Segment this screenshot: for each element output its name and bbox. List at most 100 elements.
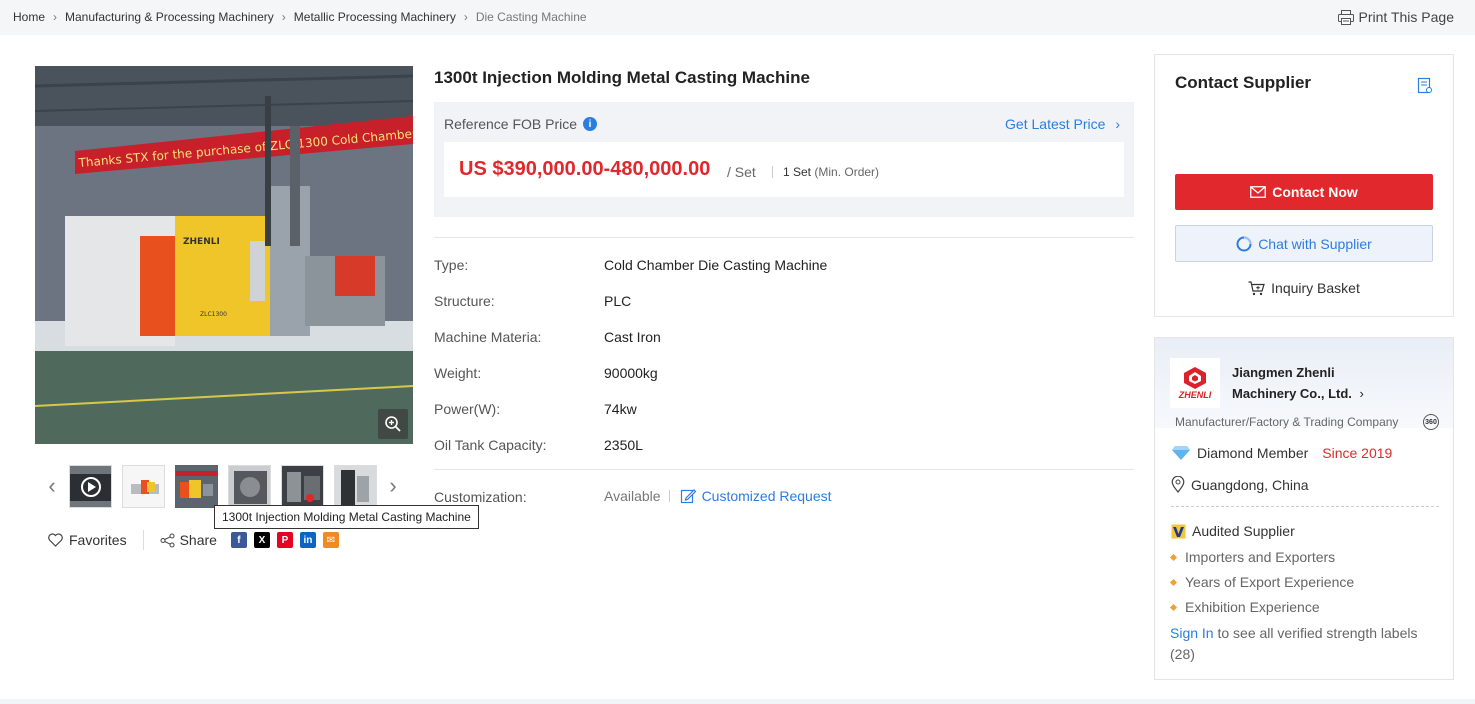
zoom-button[interactable] xyxy=(378,409,408,439)
pinterest-icon[interactable]: P xyxy=(276,532,293,548)
360-view-icon[interactable]: 360 xyxy=(1423,414,1439,430)
membership-row: Diamond Member Since 2019 xyxy=(1171,445,1392,461)
chat-label: Chat with Supplier xyxy=(1258,235,1372,252)
thumbnail-4[interactable] xyxy=(281,464,324,508)
x-twitter-icon[interactable]: X xyxy=(253,532,270,548)
divider xyxy=(772,166,773,178)
supplier-header: ZHENLI Jiangmen Zhenli Machinery Co., Lt… xyxy=(1155,338,1453,430)
thumb-prev-arrow-icon[interactable]: ‹ xyxy=(42,473,62,499)
favorites-label: Favorites xyxy=(69,532,127,548)
inquiry-basket-link[interactable]: Inquiry Basket xyxy=(1155,280,1453,296)
printer-icon xyxy=(1337,9,1354,25)
diamond-icon xyxy=(1172,446,1190,460)
footer-strip xyxy=(0,699,1475,704)
machine-brand: ZHENLI xyxy=(183,237,220,247)
contact-now-button[interactable]: Contact Now xyxy=(1175,174,1433,210)
breadcrumb-manufacturing[interactable]: Manufacturing & Processing Machinery xyxy=(65,10,274,24)
chevron-right-icon: › xyxy=(1115,116,1120,132)
thumbnail-video[interactable] xyxy=(69,464,112,508)
envelope-icon xyxy=(1250,186,1267,198)
audited-row: Audited Supplier xyxy=(1171,523,1295,539)
print-label: Print This Page xyxy=(1358,9,1454,25)
thumb-next-arrow-icon[interactable]: › xyxy=(383,473,403,499)
audited-label: Audited Supplier xyxy=(1192,523,1295,539)
strength-label: Years of Export Experience xyxy=(1169,574,1354,590)
price-box: Reference FOB Price i Get Latest Price ›… xyxy=(434,102,1134,217)
attr-label: Structure: xyxy=(434,293,495,309)
facebook-icon[interactable]: f xyxy=(230,532,247,548)
attr-value: Cold Chamber Die Casting Machine xyxy=(604,257,828,273)
zoom-in-icon xyxy=(385,416,401,432)
bullet-diamond-icon xyxy=(1169,553,1178,561)
top-bar: Home › Manufacturing & Processing Machin… xyxy=(0,0,1475,35)
zhenli-logo-icon xyxy=(1184,367,1206,389)
divider xyxy=(434,469,1134,470)
business-card-icon[interactable] xyxy=(1417,77,1433,95)
info-icon[interactable]: i xyxy=(583,117,598,131)
audited-badge-icon xyxy=(1171,524,1186,538)
contact-now-label: Contact Now xyxy=(1272,184,1358,200)
customized-request-link[interactable]: Customized Request xyxy=(702,488,832,504)
attr-value: 2350L xyxy=(604,437,643,453)
thumbnail-5[interactable] xyxy=(334,464,377,508)
chevron-right-icon: › xyxy=(53,10,58,24)
min-order-qty: 1 Set xyxy=(783,165,812,179)
product-actions: Favorites Share f X P in ✉ xyxy=(48,530,339,550)
location-pin-icon xyxy=(1171,476,1185,493)
supplier-name-link[interactable]: Jiangmen Zhenli Machinery Co., Ltd. › xyxy=(1232,362,1382,404)
print-button[interactable]: Print This Page xyxy=(1337,9,1454,25)
divider xyxy=(434,237,1134,238)
thumbnail-strip: ‹ › xyxy=(42,464,407,508)
linkedin-icon[interactable]: in xyxy=(299,532,316,548)
thumbnail-1[interactable] xyxy=(122,464,165,508)
bullet-diamond-icon xyxy=(1169,578,1178,586)
machine-model: ZLC1300 xyxy=(200,311,227,318)
customization-row: Available Customized Request xyxy=(604,488,832,504)
cart-icon xyxy=(1248,280,1265,295)
get-latest-price-link[interactable]: Get Latest Price › xyxy=(1005,116,1120,132)
supplier-card: ZHENLI Jiangmen Zhenli Machinery Co., Lt… xyxy=(1154,337,1454,680)
attr-label: Oil Tank Capacity: xyxy=(434,437,547,453)
attr-label: Power(W): xyxy=(434,401,501,417)
strength-label: Exhibition Experience xyxy=(1169,599,1320,615)
attr-value: 90000kg xyxy=(604,365,658,381)
ref-label-text: Reference FOB Price xyxy=(444,116,578,132)
chat-with-supplier-button[interactable]: Chat with Supplier xyxy=(1175,225,1433,262)
share-label: Share xyxy=(179,532,217,548)
product-title: 1300t Injection Molding Metal Casting Ma… xyxy=(434,68,810,87)
divider xyxy=(142,530,144,550)
sign-in-link[interactable]: Sign In xyxy=(1170,625,1214,641)
location-row: Guangdong, China xyxy=(1171,476,1309,493)
attr-value: PLC xyxy=(604,293,632,309)
attr-value: Cast Iron xyxy=(604,329,661,345)
heart-icon xyxy=(48,533,63,547)
breadcrumb-metallic[interactable]: Metallic Processing Machinery xyxy=(294,10,456,24)
reference-price-label: Reference FOB Price i xyxy=(444,116,598,132)
attr-label: Machine Materia: xyxy=(434,329,542,345)
customization-value: Available xyxy=(604,488,661,504)
supplier-logo[interactable]: ZHENLI xyxy=(1170,358,1220,408)
thumbnail-3[interactable] xyxy=(228,464,271,508)
attr-label: Weight: xyxy=(434,365,482,381)
favorites-button[interactable]: Favorites xyxy=(48,532,127,548)
divider xyxy=(668,490,670,502)
price-value: US $390,000.00-480,000.00 xyxy=(459,158,711,180)
edit-icon xyxy=(680,489,696,504)
strength-label: Importers and Exporters xyxy=(1169,549,1335,565)
attr-value: 74kw xyxy=(604,401,637,417)
member-level: Diamond Member xyxy=(1197,445,1309,461)
price-unit: / Set xyxy=(727,164,756,180)
chevron-right-icon: › xyxy=(1359,386,1364,401)
breadcrumb-home[interactable]: Home xyxy=(13,10,45,24)
thumbnail-2-active[interactable] xyxy=(175,464,218,508)
email-share-icon[interactable]: ✉ xyxy=(322,532,339,548)
logo-text: ZHENLI xyxy=(1178,390,1212,400)
chevron-right-icon: › xyxy=(281,10,286,24)
supplier-name: Jiangmen Zhenli Machinery Co., Ltd. xyxy=(1232,365,1352,401)
contact-supplier-title: Contact Supplier xyxy=(1175,73,1312,92)
product-main-image[interactable]: Thanks STX for the purchase of ZLC-1300 … xyxy=(35,66,413,444)
min-order: 1 Set (Min. Order) xyxy=(783,165,879,179)
share-button[interactable]: Share xyxy=(160,532,217,548)
attr-label: Type: xyxy=(434,257,469,273)
breadcrumb-current: Die Casting Machine xyxy=(475,10,587,24)
